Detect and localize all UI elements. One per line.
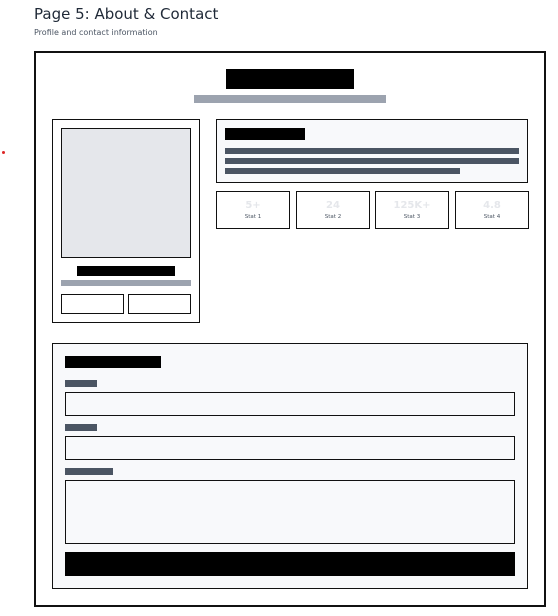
marker-dot [2,151,5,154]
submit-button[interactable] [65,552,515,576]
field-label-placeholder-3 [65,468,113,475]
stat-label: Stat 1 [244,214,262,220]
profile-role-placeholder [61,280,191,286]
stat-box: 4.8 Stat 4 [455,191,529,229]
profile-photo-placeholder [61,128,191,258]
contact-heading-placeholder [65,356,161,368]
profile-name-placeholder [77,266,175,276]
stat-value: 125K+ [393,200,431,211]
stat-value: 24 [326,200,340,211]
contact-input-2[interactable] [65,436,515,460]
stat-label: Stat 4 [483,214,501,220]
stat-value: 4.8 [483,200,501,211]
about-text-line-3 [225,168,460,174]
stat-box: 24 Stat 2 [296,191,370,229]
hero-subtitle-placeholder [194,95,386,103]
stat-box: 125K+ Stat 3 [375,191,449,229]
field-label-placeholder-1 [65,380,97,387]
stat-label: Stat 3 [403,214,421,220]
page-title: Page 5: About & Contact [34,5,219,23]
field-label-placeholder-2 [65,424,97,431]
profile-action-button-2[interactable] [128,294,191,314]
stat-box: 5+ Stat 1 [216,191,290,229]
stat-label: Stat 2 [324,214,342,220]
stat-value: 5+ [245,200,261,211]
hero-title-placeholder [226,69,354,89]
contact-textarea[interactable] [65,480,515,544]
about-text-line-1 [225,148,519,154]
contact-input-1[interactable] [65,392,515,416]
about-heading-placeholder [225,128,305,140]
profile-action-button-1[interactable] [61,294,124,314]
page-subtitle: Profile and contact information [34,28,158,37]
about-text-line-2 [225,158,519,164]
